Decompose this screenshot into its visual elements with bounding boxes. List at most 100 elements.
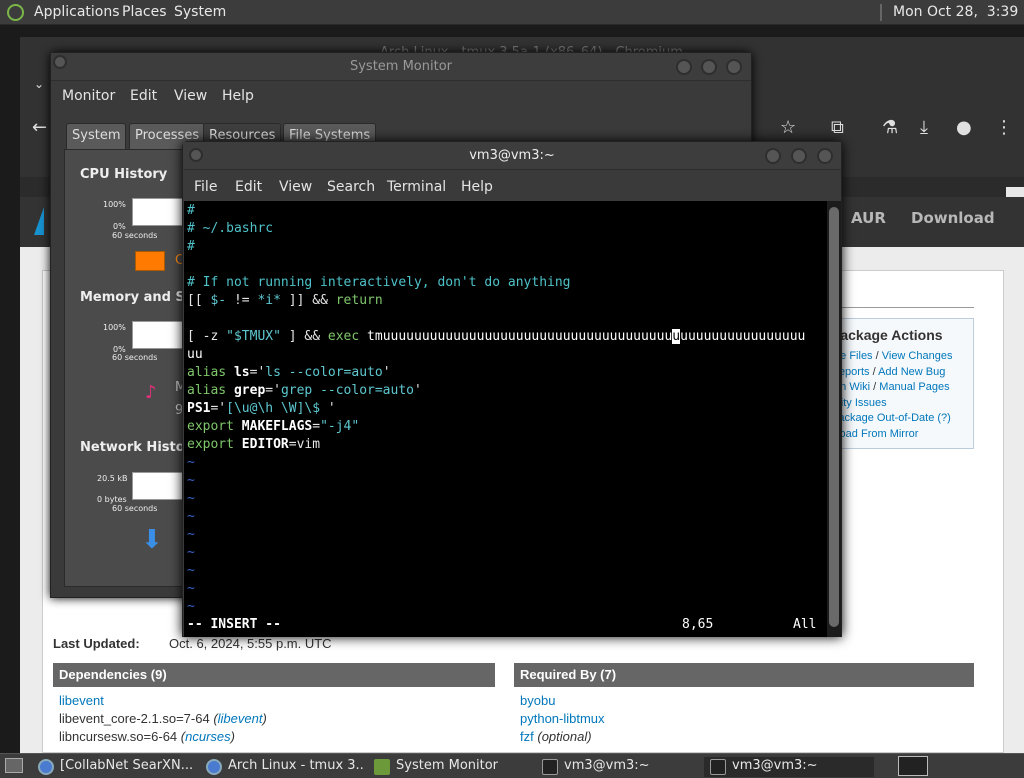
flag-out-of-date-link[interactable]: Package Out-of-Date (?) — [831, 412, 951, 424]
dependencies-list: libevent libevent_core-2.1.so=7-64 (libe… — [59, 692, 489, 746]
vim-mode-indicator: -- INSERT -- — [187, 617, 281, 632]
mem-axis-time: 60 seconds — [112, 353, 158, 362]
download-arrow-icon: ⬇ — [141, 525, 163, 555]
cpu-axis-bottom: 0% — [113, 222, 126, 231]
system-menu[interactable]: System — [174, 4, 226, 20]
code-line: alias ls='ls --color=auto' — [187, 365, 391, 380]
tilde-line: ~ — [187, 599, 195, 614]
extensions-icon[interactable]: ⧉ — [831, 117, 844, 138]
term-menu-search[interactable]: Search — [327, 179, 375, 195]
back-arrow-icon[interactable]: ← — [32, 117, 47, 138]
arch-logo-icon[interactable] — [34, 207, 44, 235]
menu-kebab-icon[interactable]: ⋮ — [995, 117, 1013, 138]
dependencies-header: Dependencies (9) — [53, 663, 495, 687]
terminal-titlebar[interactable]: vm3@vm3:~ — [183, 142, 841, 170]
chromium-icon — [206, 759, 222, 775]
clock[interactable]: Mon Oct 28, 3:39 PM — [893, 4, 1024, 20]
workspace-switcher[interactable] — [898, 756, 928, 776]
tilde-line: ~ — [187, 455, 195, 470]
nav-download[interactable]: Download — [911, 209, 995, 227]
terminal-icon — [542, 759, 558, 775]
maximize-button[interactable] — [701, 59, 717, 75]
close-button[interactable] — [817, 148, 833, 164]
profile-icon[interactable]: ● — [956, 117, 972, 138]
window-menu-button[interactable] — [189, 148, 203, 162]
scrollbar-thumb[interactable] — [829, 207, 839, 627]
dep-link[interactable]: libevent — [59, 693, 104, 708]
term-menu-edit[interactable]: Edit — [235, 179, 262, 195]
term-menu-view[interactable]: View — [279, 179, 312, 195]
code-line: # — [187, 203, 195, 218]
term-menu-file[interactable]: File — [194, 179, 217, 195]
terminal-icon — [710, 759, 726, 775]
minimize-button[interactable] — [676, 59, 692, 75]
applications-menu[interactable]: Applications — [34, 4, 120, 20]
manual-pages-link[interactable]: Manual Pages — [879, 381, 949, 393]
nav-aur[interactable]: AUR — [851, 209, 886, 227]
download-from-mirror-link[interactable]: nload From Mirror — [831, 428, 918, 440]
add-new-bug-link[interactable]: Add New Bug — [878, 366, 945, 378]
labs-flask-icon[interactable]: ⚗ — [882, 117, 898, 138]
cpu-axis-top: 100% — [103, 200, 126, 209]
net-axis-top: 20.5 kB — [97, 474, 128, 483]
list-item: python-libtmux — [520, 710, 960, 728]
chevron-down-icon[interactable]: ⌄ — [34, 77, 44, 91]
list-item: libncursesw.so=6-64 (ncurses) — [59, 729, 235, 744]
minimize-button[interactable] — [765, 148, 781, 164]
task-system-monitor[interactable]: System Monitor — [368, 757, 533, 777]
cpu-color-swatch[interactable] — [135, 251, 165, 271]
tab-system[interactable]: System — [66, 123, 127, 149]
view-changes-link[interactable]: View Changes — [882, 350, 953, 362]
cpu-history-title: CPU History — [80, 167, 168, 182]
task-searxng[interactable]: [CollabNet SearXN... — [32, 757, 197, 777]
terminal-scrollbar[interactable] — [827, 201, 841, 637]
term-menu-help[interactable]: Help — [461, 179, 493, 195]
term-menu-terminal[interactable]: Terminal — [387, 179, 446, 195]
taskbar: [CollabNet SearXN... Arch Linux - tmux 3… — [0, 753, 1024, 778]
net-axis-time: 60 seconds — [112, 504, 158, 513]
code-line: export EDITOR=vim — [187, 437, 321, 452]
memory-pie-icon[interactable]: ♪ — [145, 382, 157, 403]
menu-edit[interactable]: Edit — [130, 88, 157, 104]
terminal-screen[interactable]: # # ~/.bashrc # # If not running interac… — [184, 201, 827, 637]
reqby-link[interactable]: fzf — [520, 729, 534, 744]
dep-provider-link[interactable]: ncurses — [185, 729, 231, 744]
reqby-link[interactable]: byobu — [520, 693, 555, 708]
menu-monitor[interactable]: Monitor — [62, 88, 115, 104]
close-button[interactable] — [726, 59, 742, 75]
tilde-line: ~ — [187, 545, 195, 560]
system-monitor-icon — [374, 759, 390, 775]
cpu-axis-time: 60 seconds — [112, 231, 158, 240]
places-menu[interactable]: Places — [122, 4, 167, 20]
net-axis-bottom: 0 bytes — [97, 495, 127, 504]
window-menu-button[interactable] — [53, 55, 67, 69]
download-icon[interactable]: ⤓ — [920, 117, 928, 138]
reqby-link[interactable]: python-libtmux — [520, 711, 605, 726]
tilde-line: ~ — [187, 473, 195, 488]
maximize-button[interactable] — [791, 148, 807, 164]
code-line: alias grep='grep --color=auto' — [187, 383, 422, 398]
code-line: [ -z "$TMUX" ] && exec tmuuuuuuuuuuuuuuu… — [187, 329, 806, 344]
code-line: [[ $- != *i* ]] && return — [187, 293, 383, 308]
task-terminal-2[interactable]: vm3@vm3:~ — [704, 757, 874, 777]
last-updated-value: Oct. 6, 2024, 5:55 p.m. UTC — [169, 636, 332, 651]
required-by-list: byobu python-libtmux fzf (optional) — [520, 692, 960, 746]
task-arch-linux[interactable]: Arch Linux - tmux 3.... — [200, 757, 365, 777]
bookmark-star-icon[interactable]: ☆ — [780, 117, 796, 138]
list-item: fzf (optional) — [520, 729, 592, 744]
show-desktop-icon[interactable] — [5, 758, 23, 773]
dep-provider-link[interactable]: libevent — [218, 711, 263, 726]
top-panel: Applications Places System Mon Oct 28, 3… — [0, 0, 1024, 25]
vim-cursor-position: 8,65 — [682, 617, 714, 632]
required-by-header: Required By (7) — [514, 663, 974, 687]
tilde-line: ~ — [187, 509, 195, 524]
tilde-line: ~ — [187, 581, 195, 596]
menu-view[interactable]: View — [174, 88, 207, 104]
distro-logo-icon[interactable] — [7, 4, 24, 21]
text-cursor: u — [672, 329, 681, 344]
menu-help[interactable]: Help — [222, 88, 254, 104]
sysmon-titlebar[interactable]: System Monitor — [51, 53, 751, 81]
list-item: byobu — [520, 692, 960, 710]
task-terminal-1[interactable]: vm3@vm3:~ — [536, 757, 701, 777]
code-line: # — [187, 239, 195, 254]
